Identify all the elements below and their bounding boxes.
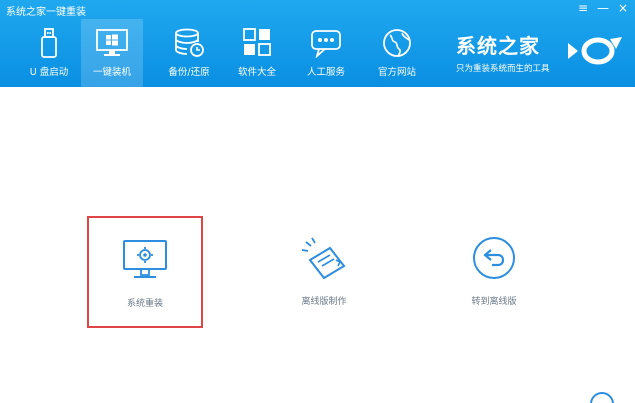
- nav-label: 一键装机: [92, 67, 131, 78]
- back-arrow-circle-icon: [473, 237, 515, 279]
- nav-label: U 盘启动: [29, 67, 69, 78]
- nav-label: 人工服务: [306, 67, 345, 78]
- nav-label: 备份/还原: [168, 67, 210, 78]
- app-title: 系统之家一键重装: [6, 7, 86, 18]
- nav-label: 软件大全: [237, 67, 276, 78]
- monitor-gear-icon: [123, 240, 167, 278]
- option-label: 离线版制作: [301, 297, 347, 307]
- option-switch-offline[interactable]: 转到离线版: [436, 216, 552, 328]
- brand: 系统之家 只为重装系统而生的工具: [456, 30, 550, 74]
- window-menu-button[interactable]: ≡: [574, 1, 592, 15]
- window-close-button[interactable]: ×: [614, 1, 632, 15]
- usb-drive-icon: [41, 28, 57, 58]
- monitor-windows-icon: [96, 29, 128, 56]
- brand-logo-icon: [568, 37, 622, 65]
- nav-item-one-click-install[interactable]: 一键装机: [81, 19, 143, 87]
- database-restore-icon: [175, 28, 204, 57]
- header-bar: 系统之家一键重装 ≡ — × U 盘启动 一键装机 备份/还原 软件大全 人工服…: [0, 0, 635, 87]
- option-label: 转到离线版: [471, 297, 517, 307]
- nav-item-backup-restore[interactable]: 备份/还原: [158, 19, 220, 87]
- option-offline-build[interactable]: 离线版制作: [266, 216, 382, 328]
- help-icon[interactable]: [590, 392, 614, 403]
- nav-item-website[interactable]: 官方网站: [366, 19, 428, 87]
- brand-subtitle: 只为重装系统而生的工具: [456, 64, 550, 74]
- network-card-icon: [301, 237, 346, 280]
- apps-grid-icon: [243, 28, 271, 56]
- chat-bubble-icon: [311, 30, 341, 58]
- option-label: 系统重装: [126, 299, 163, 309]
- nav-label: 官方网站: [377, 67, 416, 78]
- brand-title: 系统之家: [456, 34, 540, 58]
- window-minimize-button[interactable]: —: [594, 1, 612, 15]
- globe-icon: [383, 29, 411, 57]
- nav-item-support[interactable]: 人工服务: [295, 19, 357, 87]
- option-system-reinstall[interactable]: 系统重装: [87, 216, 203, 328]
- nav-item-software[interactable]: 软件大全: [226, 19, 288, 87]
- nav-item-usb-boot[interactable]: U 盘启动: [18, 19, 80, 87]
